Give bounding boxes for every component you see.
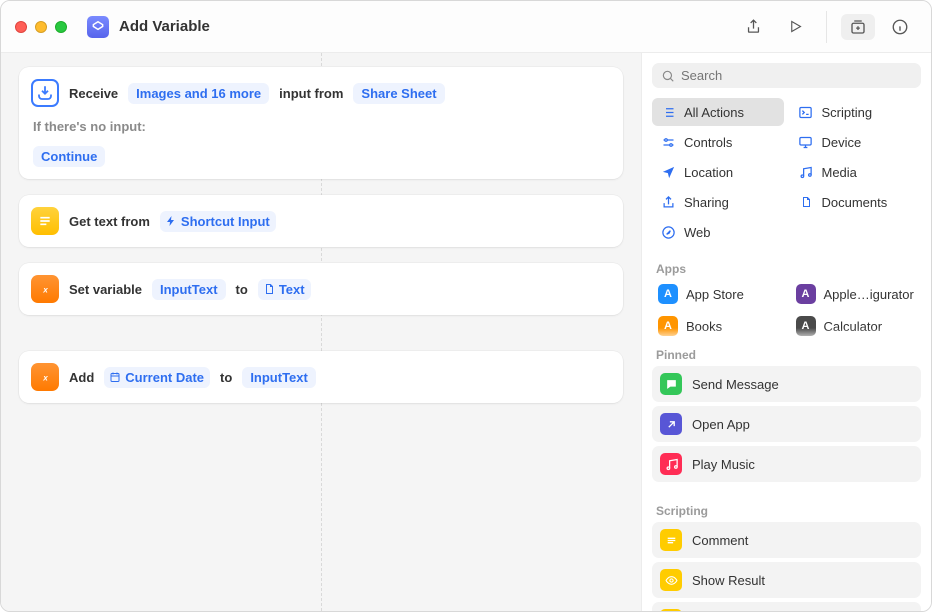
action-list-item[interactable]: Open App <box>652 406 921 442</box>
app-icon: A <box>658 284 678 304</box>
chat-icon <box>660 373 682 395</box>
action-card[interactable]: x Add Current Date to InputText <box>19 351 623 403</box>
action-list-item[interactable]: Show Result <box>652 562 921 598</box>
action-icon: x <box>31 363 59 391</box>
category-all[interactable]: All Actions <box>652 98 784 126</box>
action-list-item[interactable]: Send Message <box>652 366 921 402</box>
svg-text:x: x <box>42 285 48 294</box>
library-button[interactable] <box>841 14 875 40</box>
eye-icon <box>660 569 682 591</box>
app-item[interactable]: A Calculator <box>790 312 922 340</box>
variable-token[interactable]: InputText <box>152 279 226 300</box>
receive-card[interactable]: Receive Images and 16 more input from Sh… <box>19 67 623 179</box>
music-icon <box>798 164 814 180</box>
action-label: Get text from <box>69 214 150 229</box>
music-icon <box>660 453 682 475</box>
value-token[interactable]: Text <box>258 279 311 300</box>
share-button[interactable] <box>736 14 770 40</box>
pinned-section-label: Pinned <box>642 340 931 366</box>
no-input-behavior-token[interactable]: Continue <box>33 146 105 167</box>
info-button[interactable] <box>883 14 917 40</box>
action-card[interactable]: Get text from Shortcut Input <box>19 195 623 247</box>
category-location[interactable]: Location <box>652 158 784 186</box>
app-item[interactable]: A Apple…igurator <box>790 280 922 308</box>
category-media[interactable]: Media <box>790 158 922 186</box>
no-input-label: If there's no input: <box>19 119 623 146</box>
app-icon: A <box>658 316 678 336</box>
action-card[interactable]: x Set variable InputText to Text <box>19 263 623 315</box>
variable-token[interactable]: InputText <box>242 367 316 388</box>
list-icon <box>660 104 676 120</box>
action-list-label: Show Result <box>692 573 765 588</box>
category-label: Documents <box>822 195 888 210</box>
action-list-item[interactable]: Play Music <box>652 446 921 482</box>
category-label: Web <box>684 225 711 240</box>
lines-icon <box>660 529 682 551</box>
action-list-label: Send Message <box>692 377 779 392</box>
action-list-label: Comment <box>692 533 748 548</box>
category-controls[interactable]: Controls <box>652 128 784 156</box>
window-title: Add Variable <box>119 18 210 35</box>
receive-icon <box>31 79 59 107</box>
window-minimize-button[interactable] <box>35 21 47 33</box>
category-label: Media <box>822 165 857 180</box>
action-mid: to <box>236 282 248 297</box>
app-icon: A <box>796 316 816 336</box>
action-list-item[interactable]: Show Alert <box>652 602 921 611</box>
safari-icon <box>660 224 676 240</box>
action-list-item[interactable]: Comment <box>652 522 921 558</box>
window-zoom-button[interactable] <box>55 21 67 33</box>
category-label: Device <box>822 135 862 150</box>
category-scripting[interactable]: Scripting <box>790 98 922 126</box>
app-label: Calculator <box>824 319 883 334</box>
run-button[interactable] <box>778 14 812 40</box>
category-documents[interactable]: Documents <box>790 188 922 216</box>
receive-types-token[interactable]: Images and 16 more <box>128 83 269 104</box>
receive-label: Receive <box>69 86 118 101</box>
app-item[interactable]: A App Store <box>652 280 784 308</box>
monitor-icon <box>798 134 814 150</box>
action-mid: to <box>220 370 232 385</box>
category-label: Controls <box>684 135 732 150</box>
action-list-label: Open App <box>692 417 750 432</box>
app-item[interactable]: A Books <box>652 312 784 340</box>
action-label: Add <box>69 370 94 385</box>
action-label: Set variable <box>69 282 142 297</box>
action-icon <box>31 207 59 235</box>
category-label: Location <box>684 165 733 180</box>
category-web[interactable]: Web <box>652 218 784 246</box>
action-list-label: Play Music <box>692 457 755 472</box>
action-icon: x <box>31 275 59 303</box>
category-sharing[interactable]: Sharing <box>652 188 784 216</box>
app-label: Books <box>686 319 722 334</box>
doc-icon <box>798 194 814 210</box>
share-icon <box>660 194 676 210</box>
category-device[interactable]: Device <box>790 128 922 156</box>
app-label: App Store <box>686 287 744 302</box>
category-label: All Actions <box>684 105 744 120</box>
alert-icon <box>660 609 682 611</box>
receive-source-token[interactable]: Share Sheet <box>353 83 444 104</box>
open-icon <box>660 413 682 435</box>
window-close-button[interactable] <box>15 21 27 33</box>
app-icon: A <box>796 284 816 304</box>
value-token[interactable]: Shortcut Input <box>160 211 276 232</box>
terminal-icon <box>798 104 814 120</box>
category-label: Scripting <box>822 105 873 120</box>
toolbar-divider <box>826 11 827 43</box>
sliders-icon <box>660 134 676 150</box>
value-token[interactable]: Current Date <box>104 367 210 388</box>
nav-icon <box>660 164 676 180</box>
shortcut-app-icon <box>87 16 109 38</box>
app-label: Apple…igurator <box>824 287 914 302</box>
apps-section-label: Apps <box>642 254 931 280</box>
category-label: Sharing <box>684 195 729 210</box>
svg-text:x: x <box>42 373 48 382</box>
search-input[interactable] <box>681 68 912 83</box>
search-field[interactable] <box>652 63 921 88</box>
scripting-section-label: Scripting <box>642 496 931 522</box>
receive-from-label: input from <box>279 86 343 101</box>
